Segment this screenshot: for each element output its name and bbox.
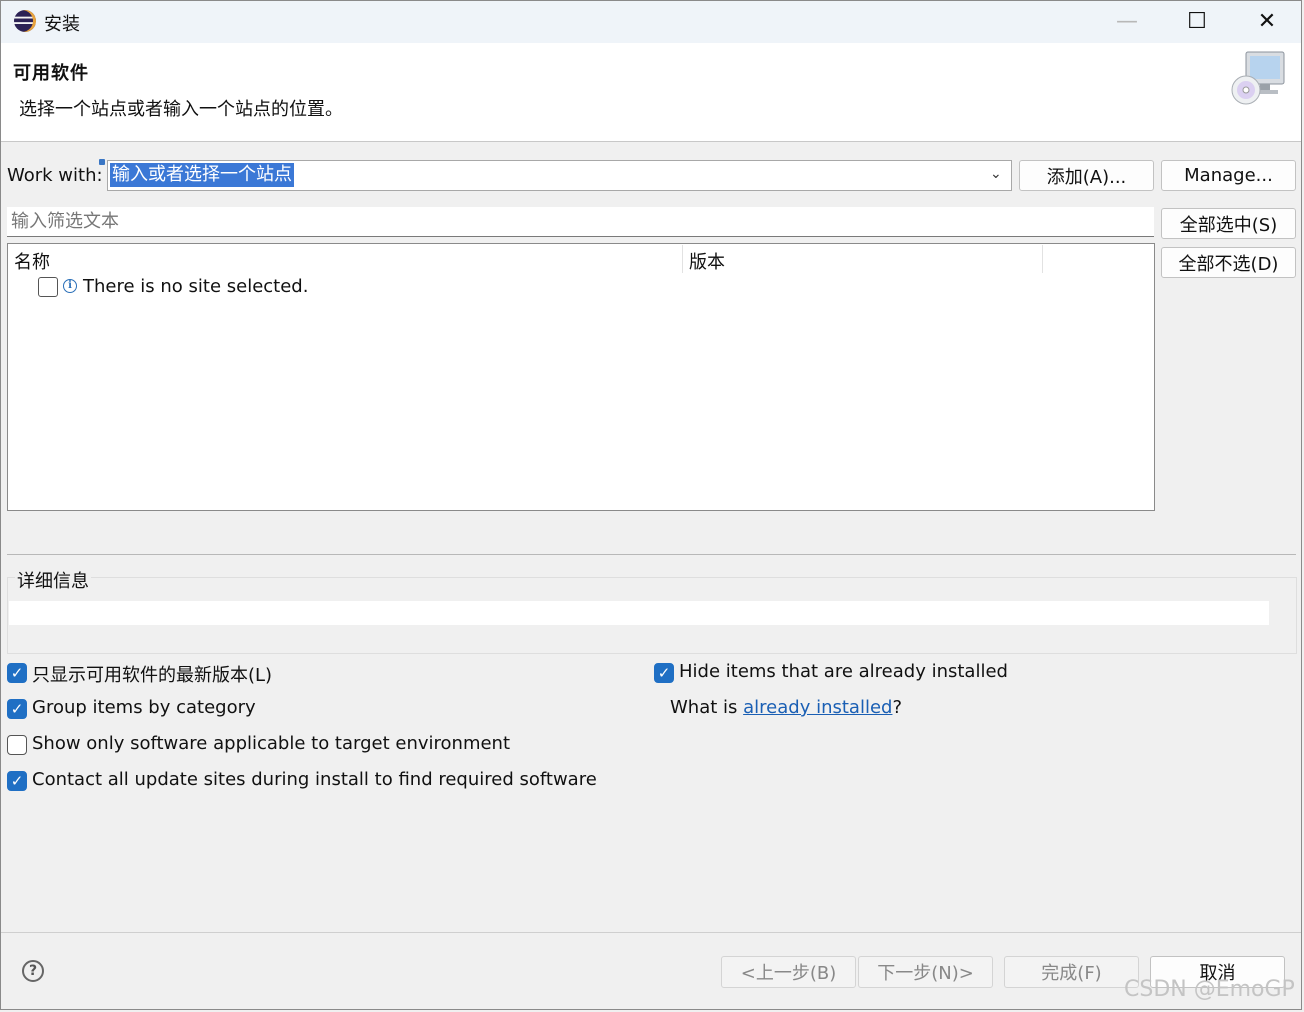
contact-sites-label[interactable]: Contact all update sites during install … [32,769,597,790]
select-all-button[interactable]: 全部选中(S) [1161,208,1296,239]
what-installed-text: What is already installed? [670,697,902,718]
filter-input[interactable] [7,207,1154,237]
group-by-category-checkbox[interactable]: ✓ [7,699,27,719]
hide-installed-checkbox[interactable]: ✓ [654,663,674,683]
work-with-label: Work with: [7,165,103,186]
latest-only-label[interactable]: 只显示可用软件的最新版本(L) [32,661,272,687]
group-by-category-label[interactable]: Group items by category [32,697,256,718]
window-title: 安装 [44,14,80,35]
divider [7,554,1296,555]
eclipse-icon [14,10,36,32]
next-button[interactable]: 下一步(N)> [858,956,993,988]
column-separator[interactable] [682,245,683,273]
watermark: CSDN @EmoGP [1124,977,1295,1002]
deselect-all-button[interactable]: 全部不选(D) [1161,247,1296,278]
hide-installed-label[interactable]: Hide items that are already installed [679,661,1008,682]
add-site-button[interactable]: 添加(A)... [1019,160,1154,191]
page-title: 可用软件 [13,63,89,84]
column-separator[interactable] [1042,245,1043,273]
manage-sites-button[interactable]: Manage... [1161,160,1296,191]
what-installed-prefix: What is [670,697,744,718]
help-icon[interactable]: ? [22,960,44,982]
target-env-checkbox[interactable] [7,735,27,755]
latest-only-checkbox[interactable]: ✓ [7,663,27,683]
page-description: 选择一个站点或者输入一个站点的位置。 [19,99,343,120]
already-installed-link[interactable]: already installed [743,697,892,718]
contact-sites-checkbox[interactable]: ✓ [7,771,27,791]
header-banner [1,43,1301,142]
column-header-version[interactable]: 版本 [689,248,725,274]
target-env-label[interactable]: Show only software applicable to target … [32,733,510,754]
tree-item-label: There is no site selected. [83,276,309,297]
finish-button[interactable]: 完成(F) [1004,956,1139,988]
details-label: 详细信息 [15,567,91,593]
close-button[interactable]: ✕ [1232,0,1302,42]
chevron-down-icon[interactable]: ⌄ [990,166,1002,182]
tree-item-checkbox[interactable] [38,277,58,297]
install-computer-icon [1231,51,1285,105]
back-button[interactable]: <上一步(B) [721,956,856,988]
maximize-button[interactable]: ☐ [1162,0,1232,42]
divider [1,932,1301,933]
content-assist-icon [99,159,105,165]
column-header-name[interactable]: 名称 [14,248,50,274]
info-icon: i [63,279,77,293]
details-text [9,601,1269,625]
what-installed-suffix: ? [892,697,903,718]
work-with-value[interactable]: 输入或者选择一个站点 [110,163,294,187]
minimize-button[interactable]: — [1092,0,1162,42]
